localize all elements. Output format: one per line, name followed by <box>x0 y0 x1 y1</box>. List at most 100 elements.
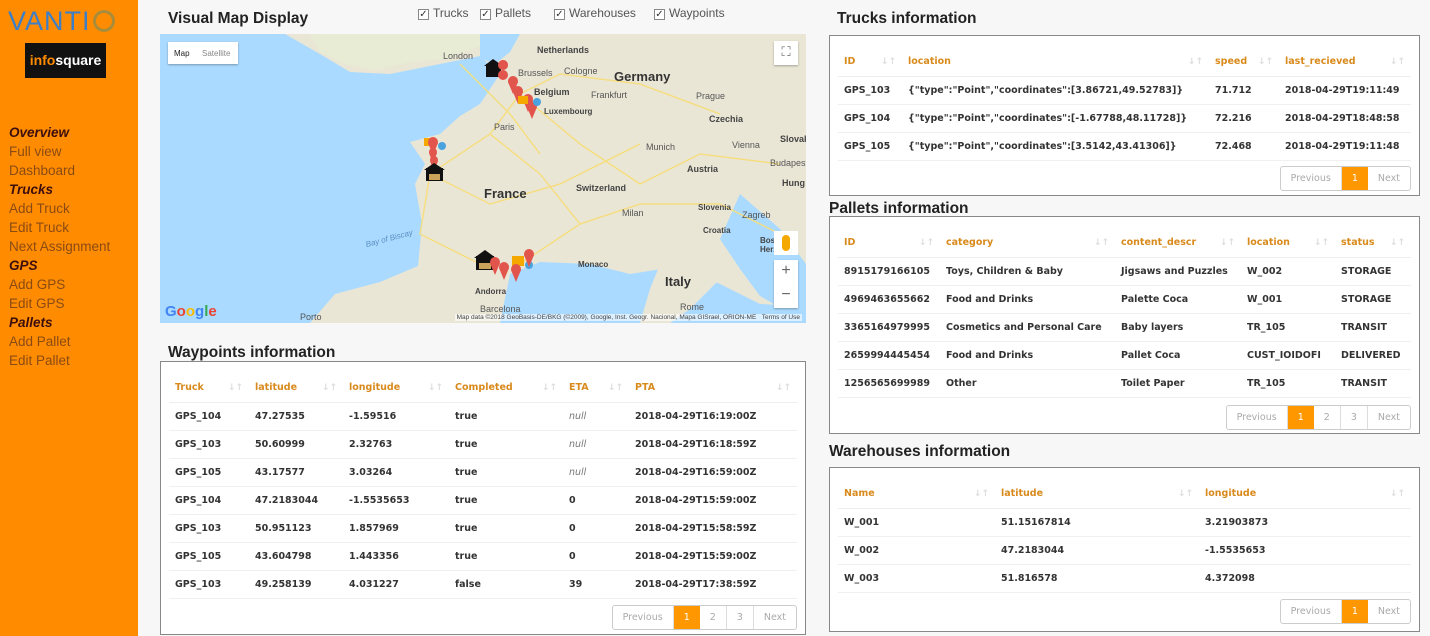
table-row[interactable]: 3365164979995 Cosmetics and Personal Care… <box>838 313 1411 342</box>
column-header-category[interactable]: category ↓↑ <box>940 229 1115 258</box>
column-header-truck[interactable]: Truck ↓↑ <box>169 374 249 403</box>
table-row[interactable]: 8915179166105 Toys, Children & Baby Jigsaw… <box>838 257 1411 286</box>
previous-page-button[interactable]: Previous <box>1227 406 1288 429</box>
sort-icon[interactable]: ↓↑ <box>1390 57 1405 67</box>
table-row[interactable]: GPS_103 50.60999 2.32763 true null 2018-04-29… <box>169 430 797 459</box>
table-row[interactable]: W_002 47.2183044 -1.5535653 <box>838 536 1411 565</box>
table-header-row: Name ↓↑ latitude ↓↑ longitude ↓↑ <box>838 480 1411 509</box>
sort-icon[interactable]: ↓↑ <box>776 383 791 393</box>
table-row[interactable]: 4969463655662 Food and Drinks Palette Coca… <box>838 285 1411 314</box>
page-3-button[interactable]: 3 <box>727 606 754 629</box>
table-row[interactable]: GPS_103 49.258139 4.031227 false 39 2018-04-2… <box>169 570 797 599</box>
map-type-satellite-button[interactable]: Satellite <box>202 49 230 58</box>
table-row[interactable]: GPS_103 {"type":"Point","coordinates":[3.… <box>838 76 1411 105</box>
nav-link-full-view[interactable]: Full view <box>9 142 110 161</box>
page-2-button[interactable]: 2 <box>1314 406 1341 429</box>
vantiq-q-icon <box>92 10 115 32</box>
filter-trucks[interactable]: ✓ Trucks <box>418 6 469 20</box>
map-label-austria: Austria <box>687 164 719 174</box>
column-header-name[interactable]: Name ↓↑ <box>838 480 995 509</box>
nav-link-dashboard[interactable]: Dashboard <box>9 161 110 180</box>
terms-of-use-link[interactable]: Terms of Use <box>762 314 800 321</box>
page-3-button[interactable]: 3 <box>1341 406 1368 429</box>
column-header-id[interactable]: ID ↓↑ <box>838 48 902 77</box>
column-header-content-descr[interactable]: content_descr ↓↑ <box>1115 229 1241 258</box>
sort-icon[interactable]: ↓↑ <box>1094 238 1109 248</box>
sort-icon[interactable]: ↓↑ <box>1390 238 1405 248</box>
nav-link-next-assignment[interactable]: Next Assignment <box>9 237 110 256</box>
table-row[interactable]: GPS_104 47.27535 -1.59516 true null 2018-04-2… <box>169 402 797 431</box>
page-2-button[interactable]: 2 <box>700 606 727 629</box>
fullscreen-button[interactable]: ⛶ <box>774 41 798 65</box>
column-header-status[interactable]: status ↓↑ <box>1335 229 1411 258</box>
column-header-longitude[interactable]: longitude ↓↑ <box>1199 480 1411 509</box>
sort-icon[interactable]: ↓↑ <box>919 238 934 248</box>
filter-pallets[interactable]: ✓ Pallets <box>480 6 531 20</box>
column-header-pta[interactable]: PTA ↓↑ <box>629 374 797 403</box>
sort-icon[interactable]: ↓↑ <box>881 57 896 67</box>
sort-icon[interactable]: ↓↑ <box>428 383 443 393</box>
table-row[interactable]: GPS_105 43.17577 3.03264 true null 2018-04-29… <box>169 458 797 487</box>
previous-page-button[interactable]: Previous <box>613 606 674 629</box>
table-row[interactable]: 2659994445454 Food and Drinks Pallet Coca C… <box>838 341 1411 370</box>
column-header-completed[interactable]: Completed ↓↑ <box>449 374 563 403</box>
table-row[interactable]: GPS_103 50.951123 1.857969 true 0 2018-04-29T… <box>169 514 797 543</box>
previous-page-button[interactable]: Previous <box>1281 600 1342 623</box>
table-row[interactable]: W_003 51.816578 4.372098 <box>838 564 1411 593</box>
previous-page-button[interactable]: Previous <box>1281 167 1342 190</box>
table-row[interactable]: 1256565699989 Other Toilet Paper TR_105 TRAN… <box>838 369 1411 398</box>
next-page-button[interactable]: Next <box>754 606 796 629</box>
nav-link-add-truck[interactable]: Add Truck <box>9 199 110 218</box>
checkbox-trucks[interactable]: ✓ <box>418 9 429 20</box>
sort-icon[interactable]: ↓↑ <box>1220 238 1235 248</box>
sort-icon[interactable]: ↓↑ <box>974 489 989 499</box>
sort-icon[interactable]: ↓↑ <box>1178 489 1193 499</box>
table-row[interactable]: GPS_105 43.604798 1.443356 true 0 2018-04-29T… <box>169 542 797 571</box>
sort-icon[interactable]: ↓↑ <box>608 383 623 393</box>
table-row[interactable]: GPS_105 {"type":"Point","coordinates":[3.… <box>838 132 1411 161</box>
column-header-id[interactable]: ID ↓↑ <box>838 229 940 258</box>
sort-icon[interactable]: ↓↑ <box>1188 57 1203 67</box>
nav-link-edit-truck[interactable]: Edit Truck <box>9 218 110 237</box>
filter-waypoints[interactable]: ✓ Waypoints <box>654 6 725 20</box>
sort-icon[interactable]: ↓↑ <box>228 383 243 393</box>
nav-link-add-pallet[interactable]: Add Pallet <box>9 332 110 351</box>
page-1-button[interactable]: 1 <box>1287 406 1314 429</box>
map-type-map-button[interactable]: Map <box>174 49 190 58</box>
next-page-button[interactable]: Next <box>1368 406 1410 429</box>
column-header-longitude[interactable]: longitude ↓↑ <box>343 374 449 403</box>
table-row[interactable]: GPS_104 47.2183044 -1.5535653 true 0 2018-04-… <box>169 486 797 515</box>
nav-link-add-gps[interactable]: Add GPS <box>9 275 110 294</box>
column-header-last-recieved[interactable]: last_recieved ↓↑ <box>1279 48 1411 77</box>
sort-icon[interactable]: ↓↑ <box>322 383 337 393</box>
column-header-location[interactable]: location ↓↑ <box>902 48 1209 77</box>
column-header-eta[interactable]: ETA ↓↑ <box>563 374 629 403</box>
zoom-out-button[interactable]: − <box>774 284 798 308</box>
sort-icon[interactable]: ↓↑ <box>1258 57 1273 67</box>
column-header-latitude[interactable]: latitude ↓↑ <box>995 480 1199 509</box>
column-header-location[interactable]: location ↓↑ <box>1241 229 1335 258</box>
sort-icon[interactable]: ↓↑ <box>1314 238 1329 248</box>
checkbox-waypoints[interactable]: ✓ <box>654 9 665 20</box>
checkbox-pallets[interactable]: ✓ <box>480 9 491 20</box>
zoom-in-button[interactable]: + <box>774 260 798 284</box>
sort-icon[interactable]: ↓↑ <box>1390 489 1405 499</box>
next-page-button[interactable]: Next <box>1368 167 1410 190</box>
table-row[interactable]: W_001 51.15167814 3.21903873 <box>838 508 1411 537</box>
column-header-speed[interactable]: speed ↓↑ <box>1209 48 1279 77</box>
column-header-latitude[interactable]: latitude ↓↑ <box>249 374 343 403</box>
page-1-button[interactable]: 1 <box>1341 600 1368 623</box>
checkbox-warehouses[interactable]: ✓ <box>554 9 565 20</box>
map-view[interactable]: London Netherlands Brussels Cologne Germ… <box>160 34 806 323</box>
page-1-button[interactable]: 1 <box>1341 167 1368 190</box>
cell-eta: null <box>563 430 629 459</box>
next-page-button[interactable]: Next <box>1368 600 1410 623</box>
sort-icon[interactable]: ↓↑ <box>542 383 557 393</box>
page-1-button[interactable]: 1 <box>673 606 700 629</box>
nav-link-edit-gps[interactable]: Edit GPS <box>9 294 110 313</box>
street-view-pegman[interactable] <box>774 231 798 255</box>
table-row[interactable]: GPS_104 {"type":"Point","coordinates":[-1… <box>838 104 1411 133</box>
trucks-pagination: Previous 1 Next <box>1279 166 1411 191</box>
nav-link-edit-pallet[interactable]: Edit Pallet <box>9 351 110 370</box>
filter-warehouses[interactable]: ✓ Warehouses <box>554 6 636 20</box>
